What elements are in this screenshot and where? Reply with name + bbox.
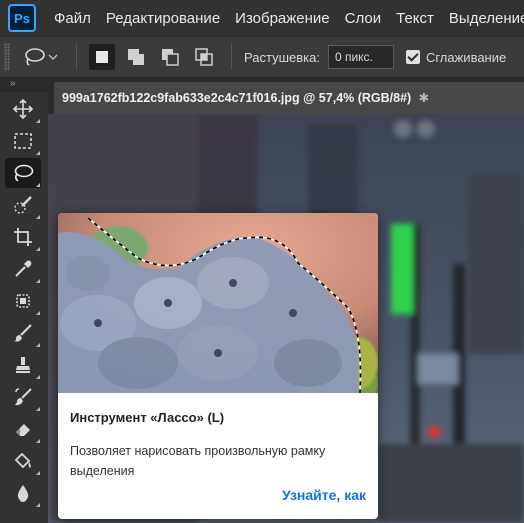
intersect-selection-button[interactable] bbox=[191, 44, 217, 70]
feather-label: Растушевка: bbox=[244, 49, 320, 65]
document-tab[interactable]: 999a1762fb122c9fab633e2c4c71f016.jpg @ 5… bbox=[54, 82, 524, 114]
document-tab-title: 999a1762fb122c9fab633e2c4c71f016.jpg @ 5… bbox=[62, 91, 412, 105]
brush-tool[interactable] bbox=[5, 318, 41, 348]
paint-bucket-icon bbox=[14, 452, 31, 469]
lasso-tool[interactable] bbox=[5, 158, 41, 188]
antialias-label: Сглаживание bbox=[425, 49, 507, 65]
add-to-selection-button[interactable] bbox=[123, 44, 149, 70]
lasso-icon bbox=[25, 48, 45, 66]
tooltip-title: Инструмент «Лассо» (L) bbox=[70, 410, 225, 425]
eyedropper-icon bbox=[15, 260, 32, 277]
menu-file[interactable]: Файл bbox=[54, 10, 91, 27]
lasso-icon bbox=[14, 164, 34, 182]
blur-icon bbox=[17, 485, 29, 502]
tool-tooltip-card: Инструмент «Лассо» (L) Позволяет нарисов… bbox=[58, 213, 378, 519]
antialias-checkbox[interactable] bbox=[405, 50, 420, 64]
history-brush-icon bbox=[15, 388, 32, 406]
patch-icon bbox=[16, 294, 30, 308]
menu-select[interactable]: Выделение bbox=[449, 10, 524, 27]
marquee-tool[interactable] bbox=[5, 126, 41, 156]
menu-image[interactable]: Изображение bbox=[235, 10, 330, 27]
brush-icon bbox=[14, 324, 32, 342]
options-bar: Растушевка: 0 пикс. Сглаживание bbox=[0, 36, 524, 78]
document-tab-bar: 999a1762fb122c9fab633e2c4c71f016.jpg @ 5… bbox=[48, 78, 524, 114]
chevron-down-icon bbox=[48, 54, 58, 60]
divider bbox=[231, 44, 232, 70]
crop-icon bbox=[14, 228, 32, 246]
quick-selection-icon bbox=[14, 196, 32, 214]
crop-tool[interactable] bbox=[5, 222, 41, 252]
menu-type[interactable]: Текст bbox=[396, 10, 434, 27]
learn-how-link[interactable]: Узнайте, как bbox=[282, 487, 366, 503]
subtract-selection-icon bbox=[162, 49, 179, 66]
tooltip-preview-image bbox=[58, 213, 378, 393]
eraser-icon bbox=[16, 424, 30, 436]
stamp-icon bbox=[16, 357, 30, 373]
eraser-tool[interactable] bbox=[5, 414, 41, 444]
move-icon bbox=[12, 98, 34, 120]
tool-preset-picker[interactable] bbox=[22, 46, 58, 68]
feather-input[interactable]: 0 пикс. bbox=[327, 45, 394, 69]
new-selection-icon bbox=[96, 51, 108, 63]
menu-layer[interactable]: Слои bbox=[345, 10, 381, 27]
stamp-tool[interactable] bbox=[5, 350, 41, 380]
add-selection-icon bbox=[128, 49, 144, 65]
paint-bucket-tool[interactable] bbox=[5, 446, 41, 476]
menu-bar: Ps Файл Редактирование Изображение Слои … bbox=[0, 0, 524, 36]
quick-selection-tool[interactable] bbox=[5, 190, 41, 220]
tools-panel-collapse[interactable]: » bbox=[0, 78, 48, 92]
history-brush-tool[interactable] bbox=[5, 382, 41, 412]
tooltip-description: Позволяет нарисовать произвольную рамку … bbox=[70, 444, 326, 478]
options-grip[interactable] bbox=[4, 43, 10, 71]
blur-tool[interactable] bbox=[5, 478, 41, 508]
marquee-icon bbox=[14, 133, 32, 149]
hydrangea-preview bbox=[58, 213, 378, 393]
intersect-selection-icon bbox=[195, 48, 213, 66]
divider bbox=[76, 44, 77, 70]
patch-tool[interactable] bbox=[5, 286, 41, 316]
subtract-from-selection-button[interactable] bbox=[157, 44, 183, 70]
new-selection-button[interactable] bbox=[89, 44, 115, 70]
move-tool[interactable] bbox=[5, 94, 41, 124]
eyedropper-tool[interactable] bbox=[5, 254, 41, 284]
photoshop-logo[interactable]: Ps bbox=[8, 4, 36, 32]
close-tab-icon[interactable]: ✱ bbox=[419, 91, 429, 105]
menu-edit[interactable]: Редактирование bbox=[106, 10, 220, 27]
tools-panel: » bbox=[0, 78, 48, 523]
